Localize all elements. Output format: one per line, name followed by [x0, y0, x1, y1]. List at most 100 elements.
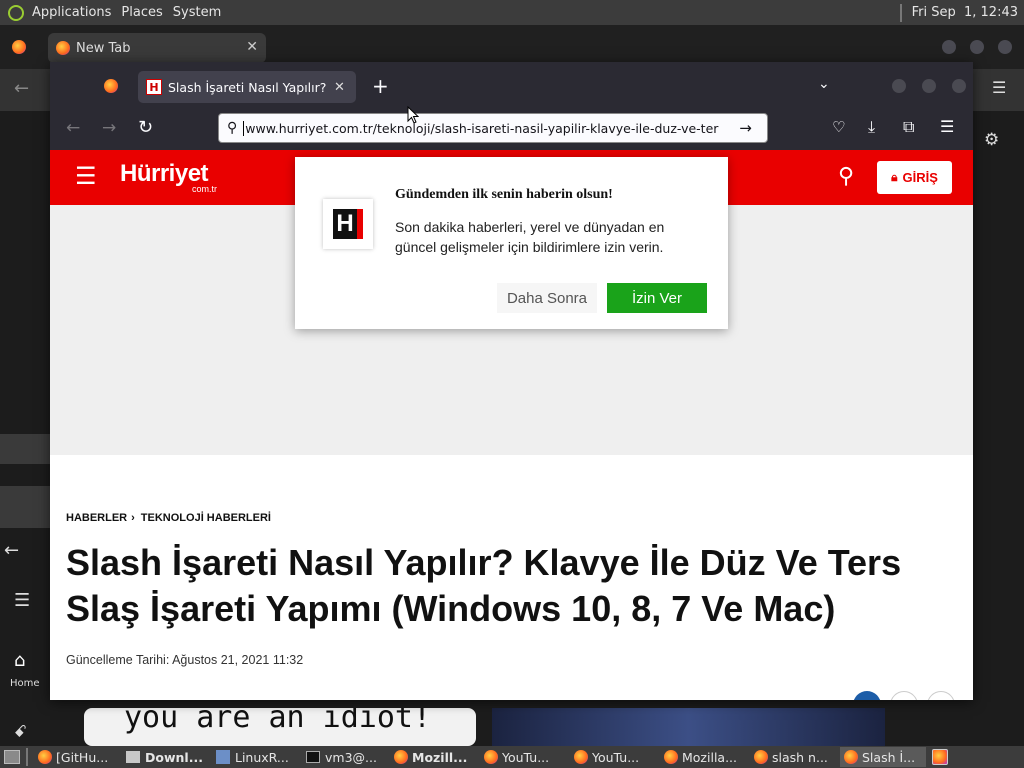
- notification-permission-popup: H Gündemden ilk senin haberin olsun! Son…: [295, 157, 728, 329]
- background-divider-2: [0, 486, 50, 528]
- downloads-icon[interactable]: ⤓: [868, 117, 875, 137]
- url-bar[interactable]: ⚲ www.hurriyet.com.tr/teknoloji/slash-is…: [218, 113, 768, 143]
- settings-gear-icon[interactable]: ⚙: [984, 130, 999, 150]
- task-label: Downl...: [145, 749, 203, 765]
- article: HABERLER › TEKNOLOJİ HABERLERİ Slash İşa…: [50, 455, 973, 700]
- site-menu-icon[interactable]: ☰: [75, 164, 97, 188]
- hurriyet-favicon-icon: H: [146, 79, 162, 95]
- task-label: Mozilla...: [682, 749, 737, 765]
- home-icon[interactable]: ⌂: [14, 650, 25, 671]
- task-mozilla-2[interactable]: Mozilla...: [660, 747, 746, 767]
- task-slash-active[interactable]: Slash İ...: [840, 747, 926, 767]
- firefox-icon: [56, 41, 70, 55]
- menu-icon[interactable]: ☰: [992, 78, 1006, 97]
- home-label[interactable]: Home: [10, 678, 40, 689]
- clock[interactable]: Fri Sep 1, 12:43: [912, 5, 1018, 20]
- top-panel: Applications Places System Fri Sep 1, 12…: [0, 0, 1024, 25]
- firefox-icon[interactable]: [932, 749, 948, 765]
- task-youtube-2[interactable]: YouTu...: [570, 747, 656, 767]
- search-icon: ⚲: [227, 120, 238, 136]
- distro-logo-icon[interactable]: [8, 4, 24, 21]
- pocket-icon[interactable]: ♡: [832, 118, 845, 136]
- firefox-icon: [844, 750, 858, 764]
- minimize-icon[interactable]: [942, 40, 956, 54]
- firefox-view-icon[interactable]: [104, 79, 118, 93]
- close-window-icon[interactable]: [952, 79, 966, 93]
- breadcrumb-link-haberler[interactable]: HABERLER: [66, 512, 127, 524]
- login-label: GİRİŞ: [902, 170, 938, 185]
- background-tab-new[interactable]: New Tab ✕: [48, 33, 266, 63]
- maximize-icon[interactable]: [970, 40, 984, 54]
- list-tabs-chevron-icon[interactable]: ⌄: [818, 76, 830, 92]
- share-button-3[interactable]: [927, 691, 955, 700]
- terminal-icon: [306, 751, 320, 763]
- places-menu[interactable]: Places: [121, 5, 162, 20]
- site-logo-sub: com.tr: [192, 184, 218, 194]
- back-arrow-icon[interactable]: ←: [66, 118, 80, 138]
- task-label: LinuxR...: [235, 749, 289, 765]
- maximize-icon[interactable]: [922, 79, 936, 93]
- go-arrow-icon[interactable]: →: [739, 119, 752, 137]
- window-controls[interactable]: [892, 79, 966, 93]
- firefox-icon: [574, 750, 588, 764]
- login-button[interactable]: 🔒︎ GİRİŞ: [877, 161, 952, 194]
- taskbar: [GitHu... Downl... LinuxR... vm3@... Moz…: [0, 746, 1024, 768]
- back-arrow-icon[interactable]: ←: [14, 78, 29, 99]
- breadcrumb: HABERLER › TEKNOLOJİ HABERLERİ: [66, 512, 271, 524]
- back-arrow-icon[interactable]: ←: [4, 540, 19, 561]
- task-label: YouTu...: [502, 749, 550, 765]
- popup-body: Son dakika haberleri, yerel ve dünyadan …: [395, 219, 665, 255]
- forward-arrow-icon[interactable]: →: [102, 118, 116, 138]
- task-label: YouTu...: [592, 749, 640, 765]
- background-video-thumbnail[interactable]: you are an idiot!: [84, 708, 476, 746]
- background-window-controls[interactable]: [942, 40, 1012, 54]
- mouse-cursor-icon: [407, 106, 419, 124]
- task-label: [GitHu...: [56, 749, 109, 765]
- task-youtube-1[interactable]: YouTu...: [480, 747, 566, 767]
- site-search-icon[interactable]: ⚲: [838, 164, 854, 189]
- shorts-icon[interactable]: ꗃ: [14, 722, 27, 742]
- hamburger-icon[interactable]: ☰: [14, 590, 30, 611]
- taskbar-separator: [26, 748, 28, 766]
- minimize-icon[interactable]: [892, 79, 906, 93]
- task-label: Mozill...: [412, 749, 468, 765]
- allow-button[interactable]: İzin Ver: [607, 283, 707, 313]
- close-window-icon[interactable]: [998, 40, 1012, 54]
- background-tab-title: New Tab: [76, 40, 131, 56]
- article-title: Slash İşareti Nasıl Yapılır? Klavye İle …: [66, 542, 902, 629]
- extensions-icon[interactable]: ⧉: [903, 117, 914, 137]
- app-menu-icon[interactable]: ☰: [940, 117, 954, 136]
- reload-icon[interactable]: ↻: [138, 117, 153, 138]
- video-caption: you are an idiot!: [124, 708, 432, 735]
- task-slash-1[interactable]: slash n...: [750, 747, 836, 767]
- url-text[interactable]: www.hurriyet.com.tr/teknoloji/slash-isar…: [243, 120, 733, 136]
- later-button[interactable]: Daha Sonra: [497, 283, 597, 313]
- share-button-1[interactable]: [853, 691, 881, 700]
- task-label: vm3@...: [325, 749, 377, 765]
- show-desktop-icon[interactable]: [4, 750, 20, 764]
- firefox-icon: [484, 750, 498, 764]
- task-mozilla-1[interactable]: Mozill...: [390, 747, 476, 767]
- popup-title: Gündemden ilk senin haberin olsun!: [395, 187, 613, 202]
- task-github[interactable]: [GitHu...: [34, 747, 118, 767]
- system-menu[interactable]: System: [173, 5, 221, 20]
- close-tab-icon[interactable]: ✕: [334, 80, 345, 95]
- firefox-icon: [394, 750, 408, 764]
- task-linux[interactable]: LinuxR...: [212, 747, 298, 767]
- task-downloads[interactable]: Downl...: [122, 747, 208, 767]
- folder-icon: [126, 751, 140, 763]
- firefox-icon[interactable]: [12, 40, 26, 54]
- task-terminal[interactable]: vm3@...: [302, 747, 386, 767]
- share-button-2[interactable]: [890, 691, 918, 700]
- browser-window: H Slash İşareti Nasıl Yapılır? Kl ✕ + ⌄ …: [50, 62, 973, 700]
- task-label: Slash İ...: [862, 749, 916, 765]
- applications-menu[interactable]: Applications: [32, 5, 111, 20]
- breadcrumb-link-teknoloji[interactable]: TEKNOLOJİ HABERLERİ: [141, 512, 271, 524]
- tab-title: Slash İşareti Nasıl Yapılır? Kl: [168, 79, 330, 95]
- new-tab-plus-icon[interactable]: +: [372, 74, 389, 98]
- firefox-icon: [38, 750, 52, 764]
- active-tab[interactable]: H Slash İşareti Nasıl Yapılır? Kl ✕: [138, 71, 356, 103]
- hurriyet-logo-icon: H: [323, 199, 373, 249]
- background-video-thumbnail-2[interactable]: [492, 708, 885, 746]
- close-tab-icon[interactable]: ✕: [246, 39, 258, 55]
